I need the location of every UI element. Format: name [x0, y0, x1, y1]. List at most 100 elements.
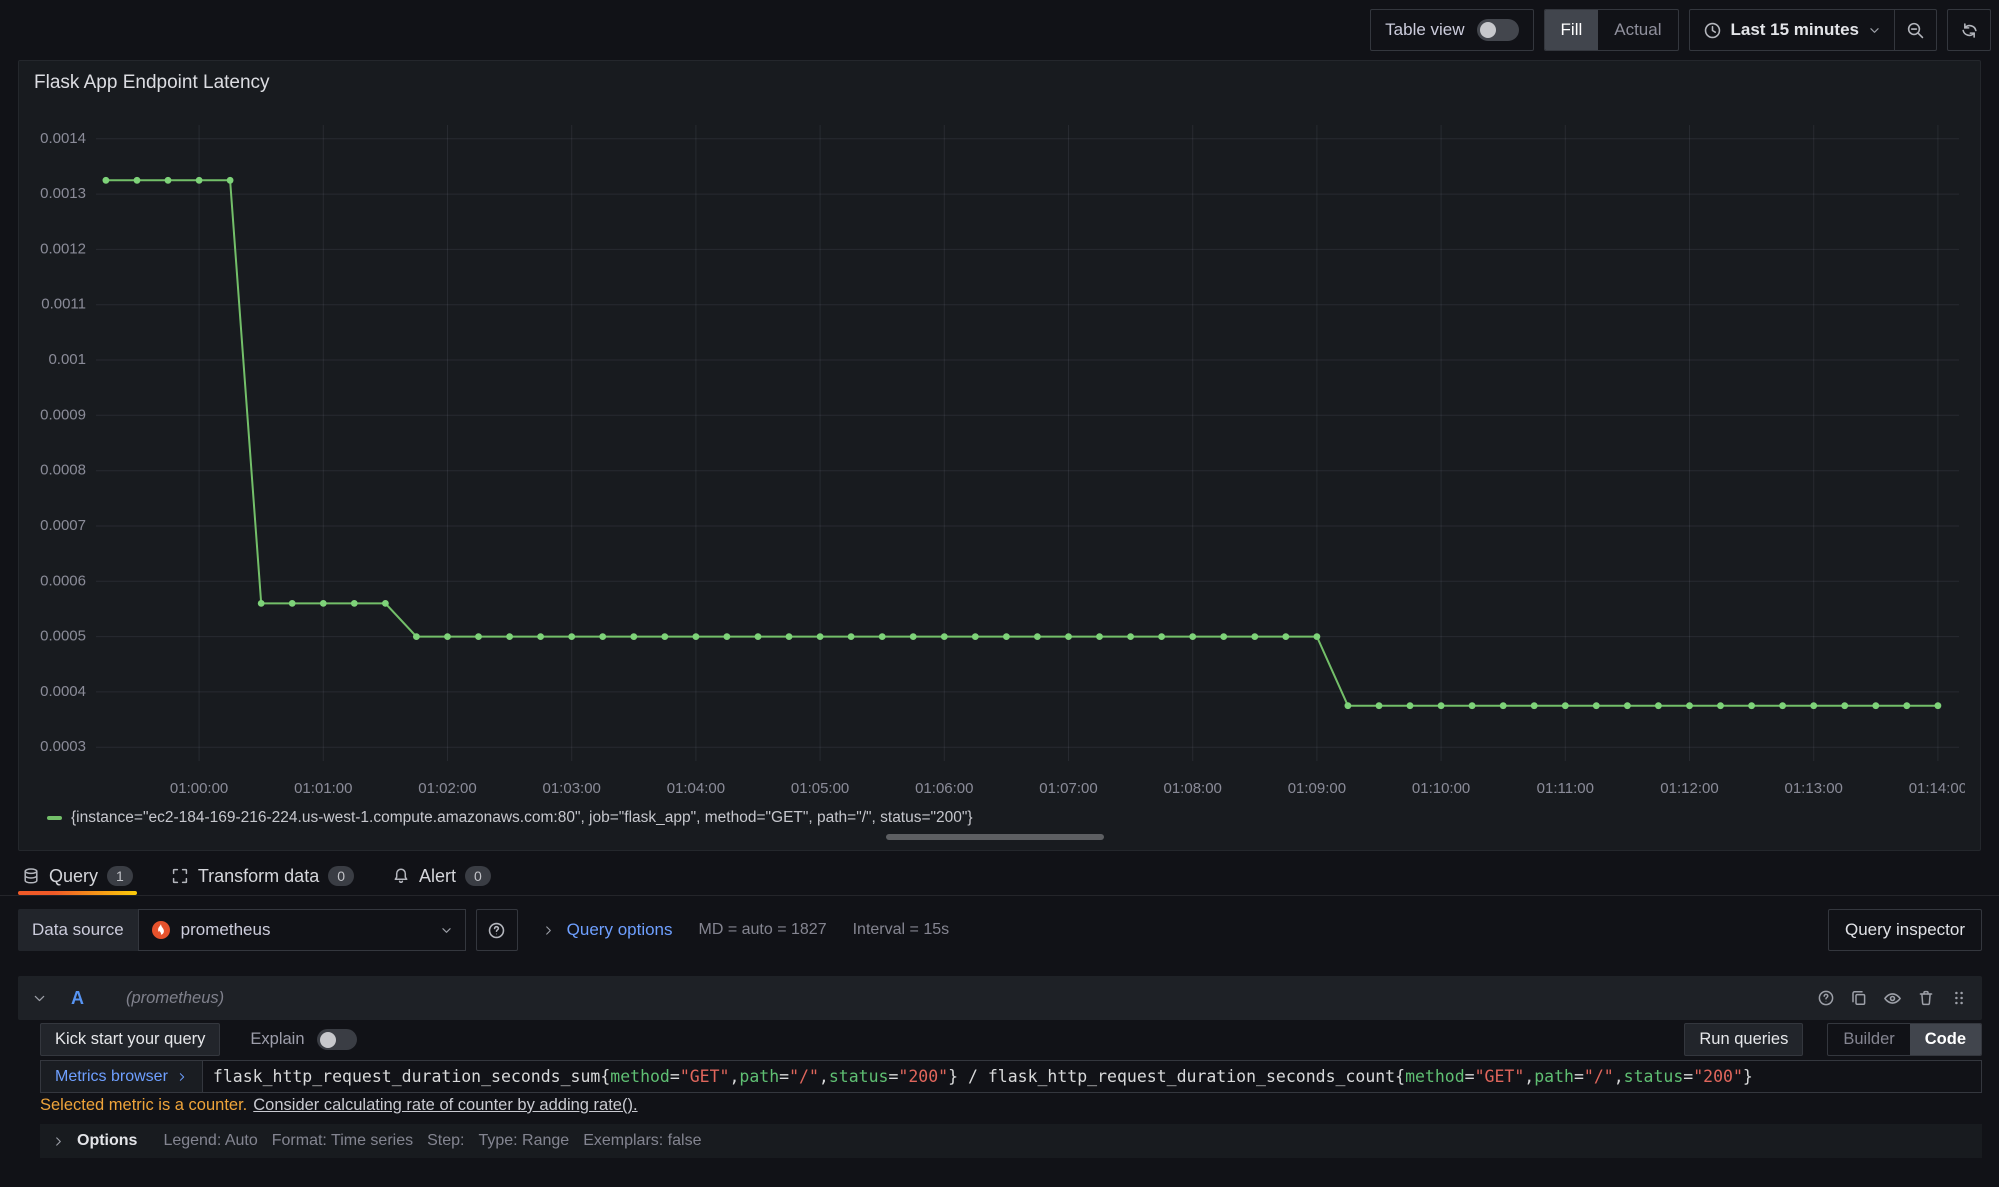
query-token: method [1405, 1067, 1465, 1086]
promql-input[interactable]: flask_http_request_duration_seconds_sum{… [203, 1061, 1981, 1092]
option-summary-item: Step: [427, 1132, 464, 1149]
chart-legend[interactable]: {instance="ec2-184-169-216-224.us-west-1… [34, 809, 1965, 827]
tab-alert[interactable]: Alert 0 [388, 857, 495, 895]
data-point [227, 177, 234, 184]
data-point [972, 633, 979, 640]
table-view-control: Table view [1370, 9, 1533, 51]
options-summary: Legend: AutoFormat: Time seriesStep:Type… [163, 1132, 715, 1150]
clock-icon [1703, 21, 1722, 40]
y-tick-label: 0.0008 [40, 462, 86, 479]
data-point [1407, 702, 1414, 709]
query-row-header[interactable]: A (prometheus) [18, 976, 1982, 1020]
query-inspector-button[interactable]: Query inspector [1828, 909, 1982, 951]
data-point [910, 633, 917, 640]
builder-button[interactable]: Builder [1828, 1024, 1909, 1055]
data-point [258, 600, 265, 607]
data-point [320, 600, 327, 607]
data-point [1903, 702, 1910, 709]
data-point [1127, 633, 1134, 640]
x-tick-label: 01:14:00 [1909, 780, 1965, 797]
zoom-out-time-button[interactable] [1894, 10, 1936, 50]
data-point [1779, 702, 1786, 709]
toggle-knob [1480, 22, 1496, 38]
query-editor-toolbar: Kick start your query Explain Run querie… [40, 1022, 1982, 1056]
code-button[interactable]: Code [1910, 1024, 1981, 1055]
duplicate-query-icon[interactable] [1850, 989, 1868, 1007]
horizontal-scrollbar-thumb[interactable] [886, 834, 1104, 840]
data-point [1345, 702, 1352, 709]
data-point [755, 633, 762, 640]
tab-transform-data[interactable]: Transform data 0 [167, 857, 358, 895]
data-point [1158, 633, 1165, 640]
data-point [1065, 633, 1072, 640]
datasource-help-button[interactable] [476, 909, 518, 951]
prometheus-icon [151, 920, 171, 940]
y-tick-label: 0.0012 [40, 240, 86, 257]
collapse-chevron-icon [32, 991, 47, 1006]
actual-button[interactable]: Actual [1598, 10, 1677, 50]
datasource-label: Data source [18, 909, 138, 951]
query-token: "200" [898, 1067, 948, 1086]
x-tick-label: 01:13:00 [1785, 780, 1843, 797]
query-token: method [610, 1067, 670, 1086]
chevron-right-icon [542, 924, 555, 937]
option-summary-item: Type: Range [478, 1132, 569, 1149]
chevron-right-icon [176, 1071, 188, 1083]
latency-panel: Flask App Endpoint Latency 0.00140.00130… [18, 60, 1981, 851]
kick-start-query-button[interactable]: Kick start your query [40, 1023, 220, 1056]
query-token: "GET" [680, 1067, 730, 1086]
query-token: = [779, 1067, 789, 1086]
time-range-button[interactable]: Last 15 minutes [1690, 10, 1895, 50]
data-point [506, 633, 513, 640]
table-view-toggle[interactable] [1477, 19, 1519, 41]
query-help-icon[interactable] [1817, 989, 1835, 1007]
refresh-button[interactable] [1947, 9, 1991, 51]
delete-query-icon[interactable] [1917, 989, 1935, 1007]
time-picker: Last 15 minutes [1689, 9, 1938, 51]
tab-alert-count: 0 [465, 866, 491, 886]
tab-query[interactable]: Query 1 [18, 857, 137, 895]
option-summary-item: Exemplars: false [583, 1132, 701, 1149]
x-tick-label: 01:02:00 [418, 780, 476, 797]
warning-action-link[interactable]: Consider calculating rate of counter by … [253, 1096, 637, 1114]
y-tick-label: 0.0005 [40, 628, 86, 645]
data-point [475, 633, 482, 640]
datasource-picker[interactable]: prometheus [138, 909, 466, 951]
query-token: "GET" [1475, 1067, 1525, 1086]
data-point [599, 633, 606, 640]
options-label: Options [77, 1132, 137, 1150]
data-point [1593, 702, 1600, 709]
x-tick-label: 01:06:00 [915, 780, 973, 797]
data-point [1376, 702, 1383, 709]
y-tick-label: 0.0009 [40, 406, 86, 423]
toggle-visibility-icon[interactable] [1883, 989, 1902, 1008]
data-point [1624, 702, 1631, 709]
y-tick-label: 0.0004 [40, 683, 86, 700]
legend-label: {instance="ec2-184-169-216-224.us-west-1… [71, 809, 973, 827]
query-options-link[interactable]: Query options [567, 920, 673, 940]
query-token: = [1465, 1067, 1475, 1086]
y-tick-label: 0.0011 [41, 296, 86, 313]
explain-toggle[interactable] [317, 1029, 357, 1050]
drag-handle-icon[interactable] [1950, 989, 1968, 1007]
explain-label: Explain [250, 1030, 304, 1049]
x-tick-label: 01:00:00 [170, 780, 228, 797]
tab-transform-count: 0 [328, 866, 354, 886]
tab-transform-label: Transform data [198, 866, 319, 887]
bell-icon [392, 867, 410, 885]
editor-head-right: Run queries Builder Code [1684, 1023, 1982, 1056]
query-options-collapsed[interactable]: Options Legend: AutoFormat: Time seriesS… [40, 1124, 1982, 1158]
run-queries-button[interactable]: Run queries [1684, 1023, 1803, 1056]
fill-button[interactable]: Fill [1545, 10, 1599, 50]
data-point [1189, 633, 1196, 640]
query-token: = [1574, 1067, 1584, 1086]
data-point [1655, 702, 1662, 709]
data-point [1096, 633, 1103, 640]
data-point [1748, 702, 1755, 709]
panel-title: Flask App Endpoint Latency [34, 69, 1965, 101]
y-tick-label: 0.0007 [40, 517, 86, 534]
time-series-chart[interactable]: 0.00140.00130.00120.00110.0010.00090.000… [34, 101, 1965, 807]
metrics-browser-button[interactable]: Metrics browser [41, 1061, 203, 1092]
max-data-points-text: MD = auto = 1827 [699, 921, 827, 939]
data-point [1314, 633, 1321, 640]
